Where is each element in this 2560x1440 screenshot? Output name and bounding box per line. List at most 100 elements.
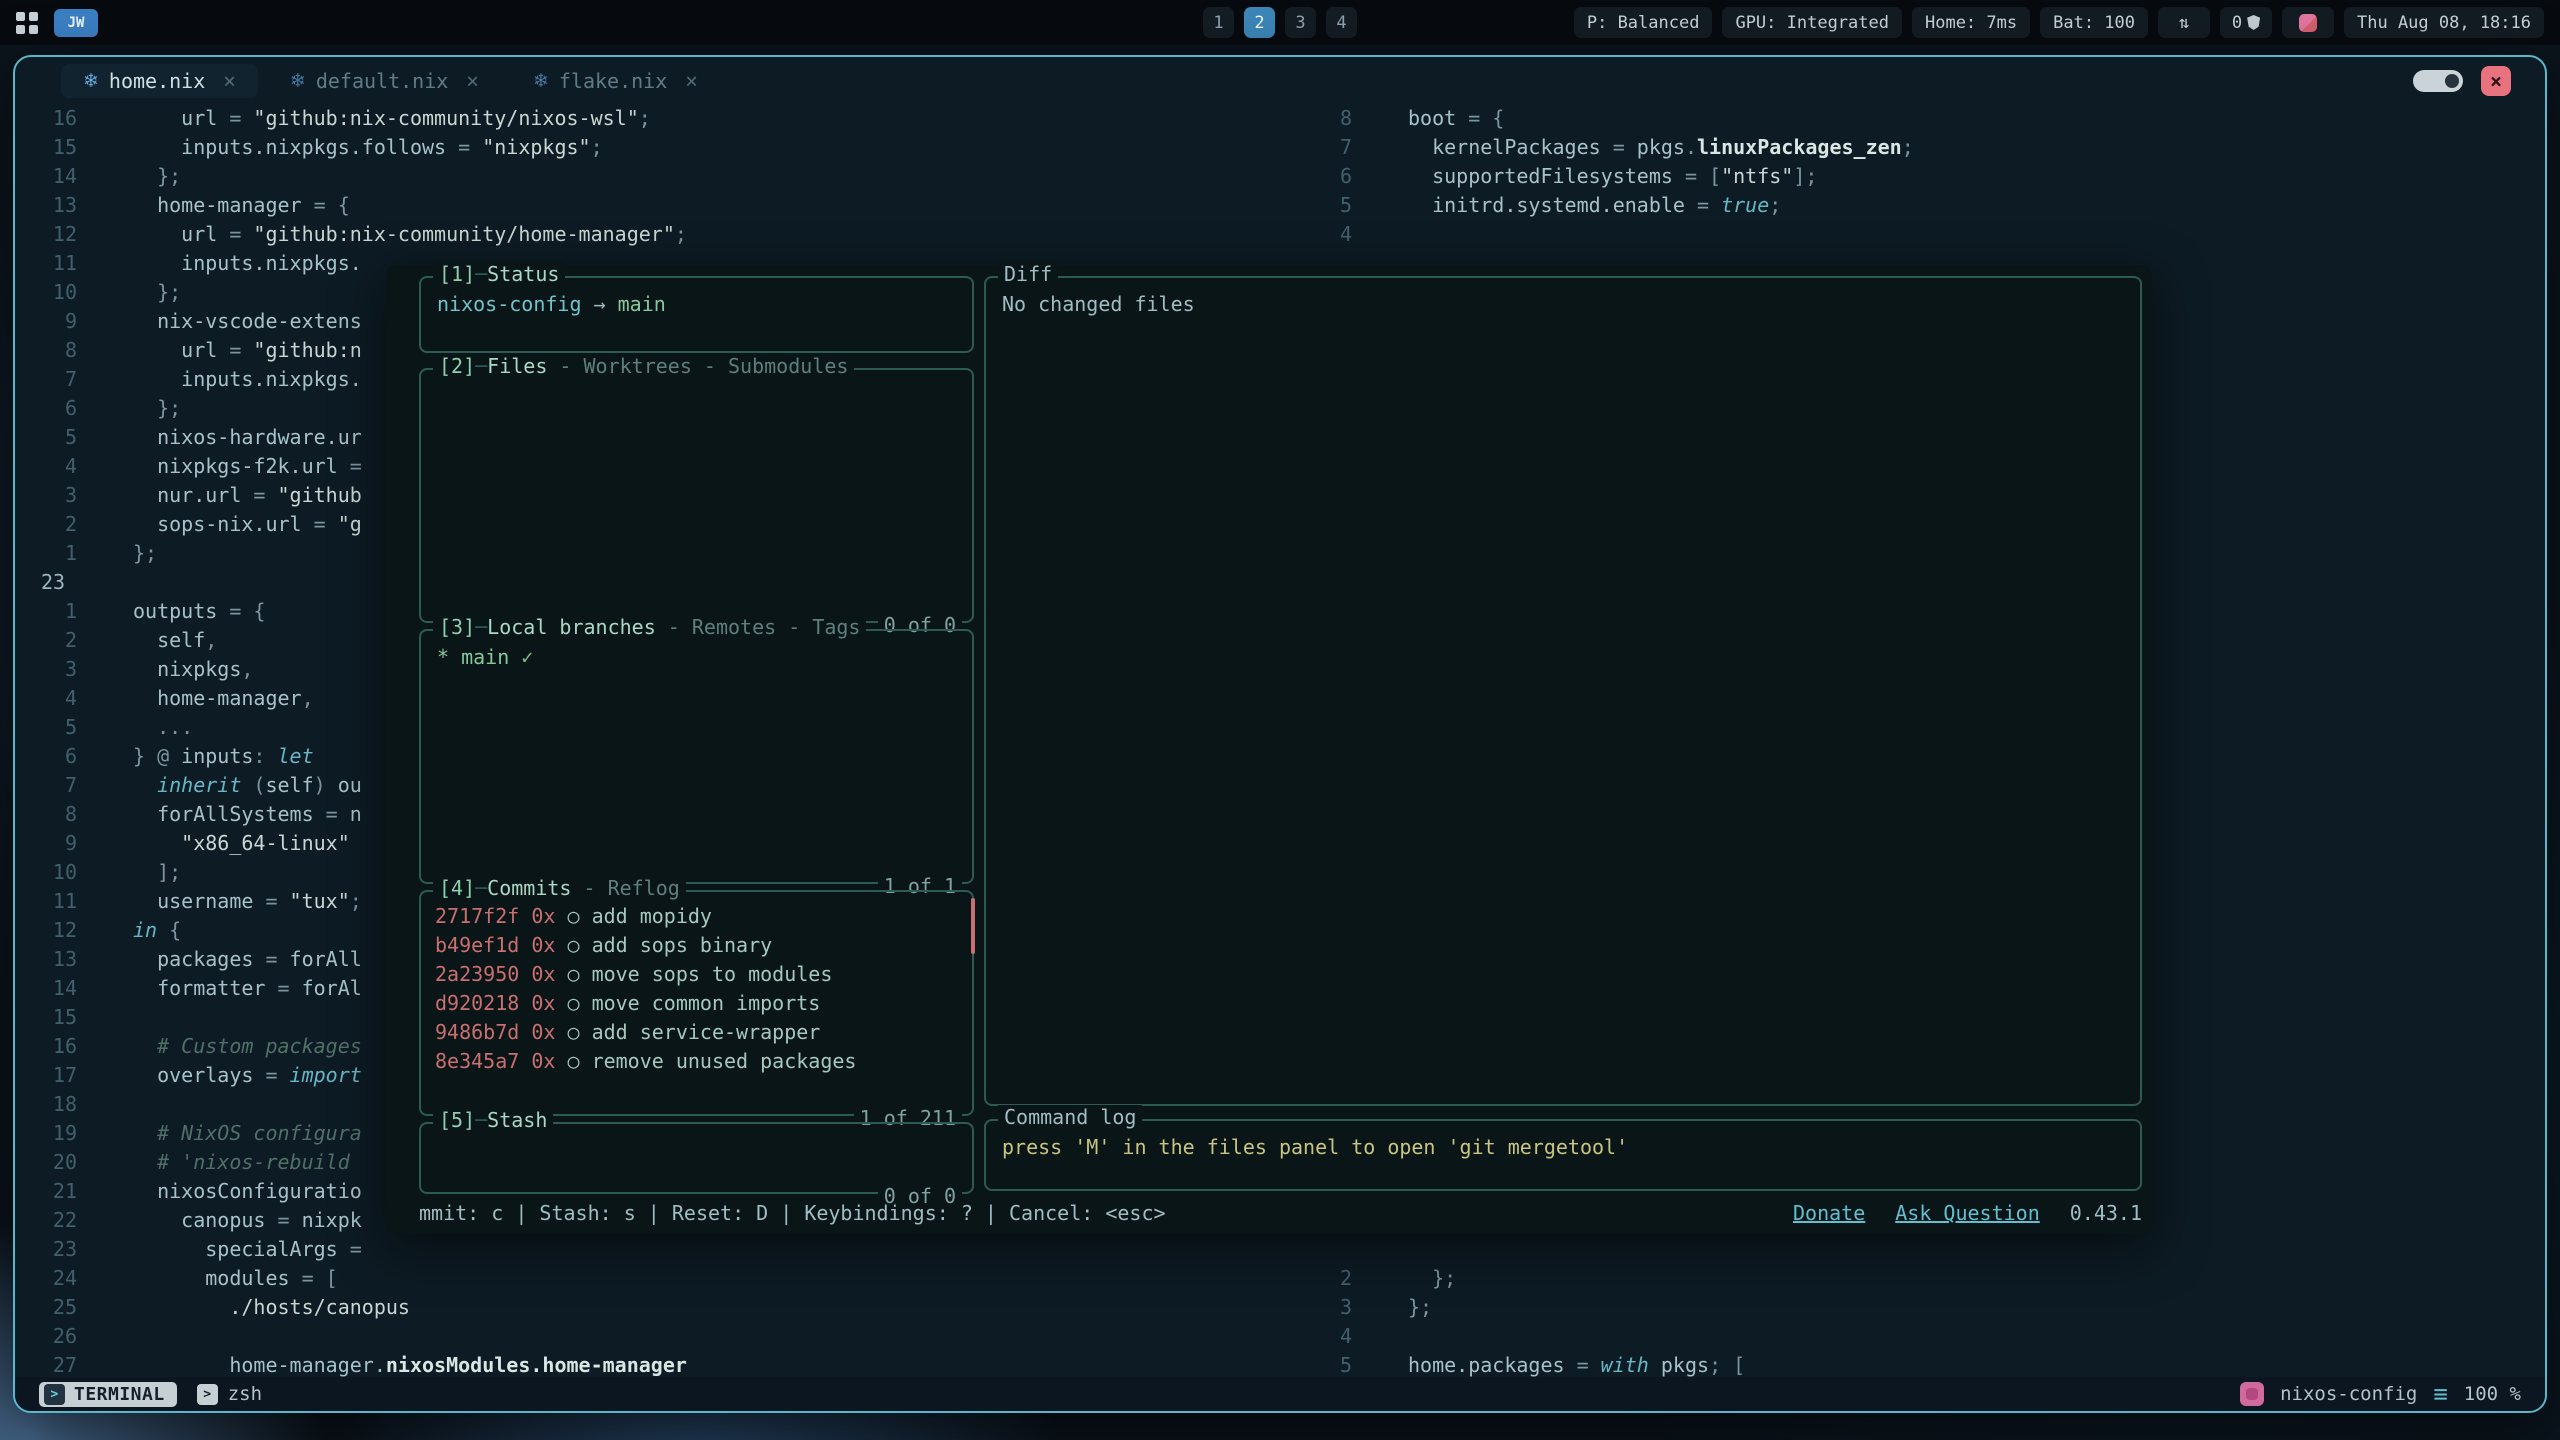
code-line[interactable]: 23 specialArgs = [15,1235,1290,1264]
network-traffic-icon[interactable]: ⇅ [2158,7,2210,38]
token: { [157,918,181,942]
tab-close-icon[interactable]: × [466,69,479,93]
link-ask-question[interactable]: Ask Question [1895,1199,2040,1228]
lazygit-branches-panel[interactable]: [3]─Local branches - Remotes - Tags * ma… [419,629,974,884]
shield-zero-icon[interactable]: 0 [2220,7,2272,38]
token: = [253,947,289,971]
code-text: inputs.nixpkgs. [95,365,362,394]
token: pkgs [1637,135,1685,159]
line-number: 18 [15,1090,95,1119]
tab-default.nix[interactable]: ❄default.nix× [268,64,501,98]
code-line[interactable]: 27 home-manager.nixosModules.home-manage… [15,1351,1290,1377]
tab-close-icon[interactable]: × [685,69,698,93]
code-line[interactable]: 15 inputs.nixpkgs.follows = "nixpkgs"; [15,133,1290,162]
lazygit-commits-panel[interactable]: [4]─Commits - Reflog 2717f2f 0x ○ add mo… [419,890,974,1116]
code-line[interactable]: 24 modules = [ [15,1264,1290,1293]
statusbar-right: nixos-config ≡ 100 % [2240,1380,2521,1408]
clock[interactable]: Thu Aug 08, 18:16 [2344,7,2544,38]
code-line[interactable]: 3}; [1290,1293,2545,1322]
commit-graph-node-icon: ○ [567,933,591,957]
status-chip-2: Home: 7ms [1912,7,2030,38]
repo-badge-icon[interactable] [2240,1382,2264,1406]
lazygit-stash-panel[interactable]: [5]─Stash 0 of 0 [419,1122,974,1194]
code-line[interactable]: 12 url = "github:nix-community/home-mana… [15,220,1290,249]
workspace-button-2[interactable]: 2 [1244,7,1275,38]
code-line[interactable]: 5 initrd.systemd.enable = true; [1290,191,2545,220]
commit-row[interactable]: 8e345a7 0x ○ remove unused packages [435,1047,958,1076]
commit-row[interactable]: 2717f2f 0x ○ add mopidy [435,902,958,931]
topbar-left: JW [16,9,98,37]
commits-scrollbar[interactable] [971,898,975,954]
line-number: 3 [1290,1293,1370,1322]
code-line[interactable]: 16 url = "github:nix-community/nixos-wsl… [15,104,1290,133]
code-line[interactable]: 8boot = { [1290,104,2545,133]
code-text: ./hosts/canopus [95,1293,410,1322]
code-text: formatter = forAl [95,974,362,1003]
window-pin-toggle[interactable] [2413,70,2463,92]
code-line[interactable]: 14 }; [15,162,1290,191]
workspace-button-3[interactable]: 3 [1285,7,1316,38]
commit-row[interactable]: b49ef1d 0x ○ add sops binary [435,931,958,960]
code-text: nix-vscode-extens [95,307,362,336]
apps-grid-icon[interactable] [16,12,38,34]
code-text: in { [95,916,181,945]
commit-message: remove unused packages [592,1049,857,1073]
color-swatch-icon[interactable] [2282,7,2334,38]
token: ; [1769,193,1781,217]
code-text: nixosConfiguratio [95,1177,362,1206]
commit-row[interactable]: 2a23950 0x ○ move sops to modules [435,960,958,989]
code-line[interactable]: 5home.packages = with pkgs; [ [1290,1351,2545,1377]
token: "github:nix-community/home-manager" [253,222,674,246]
commit-author-tag: 0x [519,991,567,1015]
workspace-button-1[interactable]: 1 [1203,7,1234,38]
code-text: home-manager, [95,684,314,713]
token: username [133,889,253,913]
commit-row[interactable]: d920218 0x ○ move common imports [435,989,958,1018]
code-line[interactable]: 2 }; [1290,1264,2545,1293]
window-close-button[interactable]: × [2481,66,2511,96]
lazygit-command-log-panel[interactable]: Command log press 'M' in the files panel… [984,1119,2142,1191]
token: } @ [133,744,181,768]
panel-subtitle: - Reflog [571,876,679,900]
commit-graph-node-icon: ○ [567,1020,591,1044]
code-text: modules = [ [95,1264,338,1293]
code-text: }; [95,394,181,423]
code-text: home-manager = { [95,191,350,220]
code-line[interactable]: 4 [1290,220,2545,249]
token: let [278,744,314,768]
token: = [217,106,253,130]
token: "nixpkgs" [482,135,590,159]
lazygit-files-panel[interactable]: [2]─Files - Worktrees - Submodules 0 of … [419,368,974,623]
line-number: 1 [15,539,95,568]
panel-number: [4] [439,876,475,900]
code-text: boot = { [1370,104,1504,133]
code-line[interactable]: 26 [15,1322,1290,1351]
code-line[interactable]: 4 [1290,1322,2545,1351]
code-line[interactable]: 6 supportedFilesystems = ["ntfs"]; [1290,162,2545,191]
code-line[interactable]: 13 home-manager = { [15,191,1290,220]
line-number: 17 [15,1061,95,1090]
token: forAllSystems [133,802,314,826]
commit-hash: 2717f2f [435,904,519,928]
link-donate[interactable]: Donate [1793,1199,1865,1228]
token: self [265,773,313,797]
workspace-button-4[interactable]: 4 [1326,7,1357,38]
lazygit-status-panel[interactable]: [1]─Status nixos-config → main [419,276,974,353]
line-number: 8 [15,800,95,829]
commit-message: add service-wrapper [592,1020,821,1044]
list-icon[interactable]: ≡ [2433,1380,2447,1408]
token: url [133,222,217,246]
keyboard-layout-badge[interactable]: JW [54,9,98,37]
code-line[interactable]: 7 kernelPackages = pkgs.linuxPackages_ze… [1290,133,2545,162]
line-number: 21 [15,1177,95,1206]
line-number: 5 [1290,1351,1370,1377]
commit-row[interactable]: 9486b7d 0x ○ add service-wrapper [435,1018,958,1047]
lazygit-diff-panel[interactable]: Diff No changed files [984,276,2142,1106]
tab-flake.nix[interactable]: ❄flake.nix× [511,64,720,98]
tab-close-icon[interactable]: × [223,69,236,93]
token: outputs [133,599,217,623]
tab-home.nix[interactable]: ❄home.nix× [61,64,258,98]
code-line[interactable]: 25 ./hosts/canopus [15,1293,1290,1322]
line-number: 23 [15,568,95,597]
code-text: forAllSystems = n [95,800,362,829]
